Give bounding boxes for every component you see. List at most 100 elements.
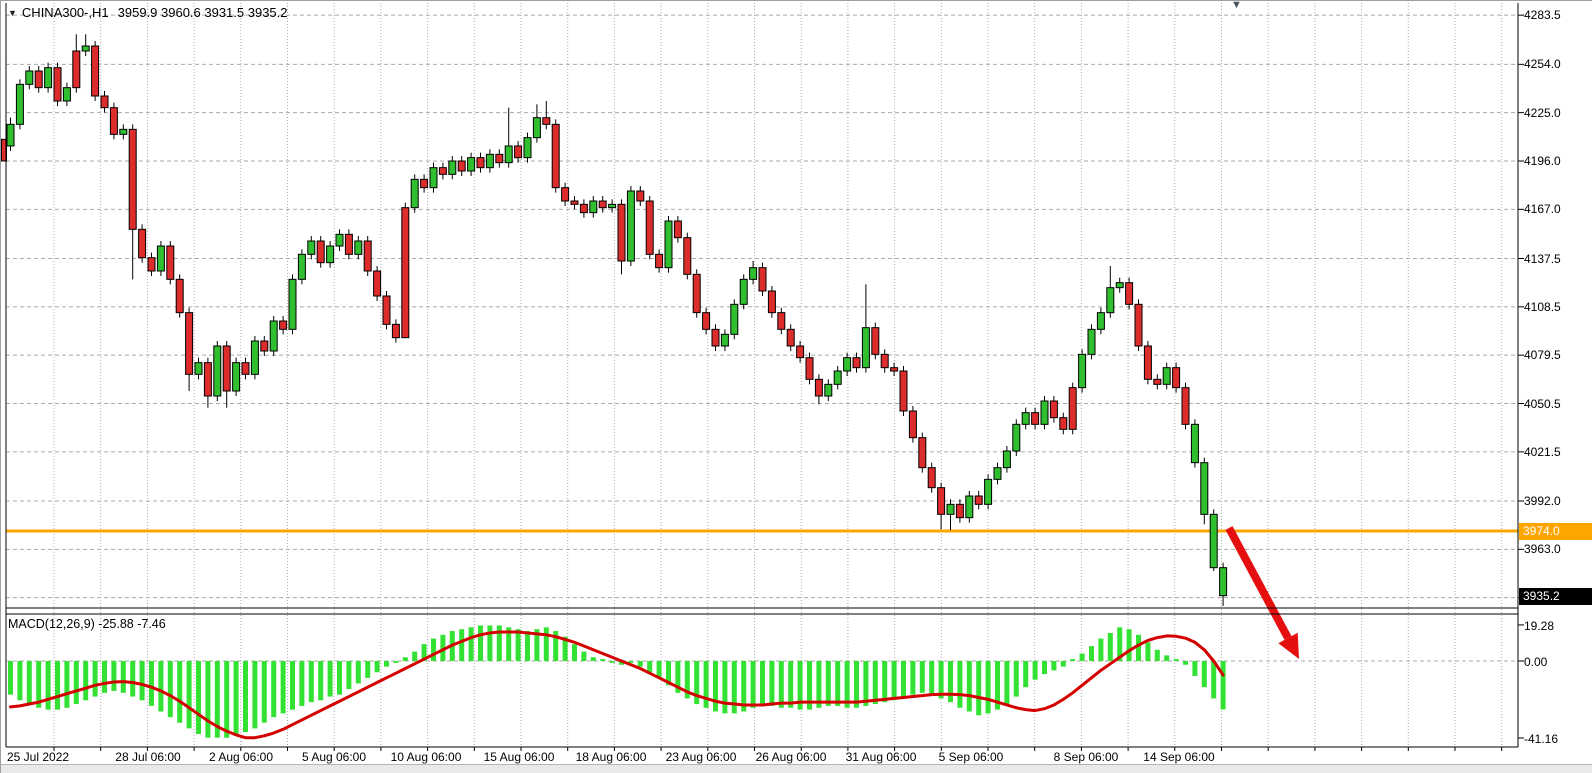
- macd-histogram-bar: [610, 661, 615, 663]
- macd-histogram-bar: [290, 661, 295, 710]
- candle-body: [872, 328, 879, 355]
- time-axis-label: 23 Aug 06:00: [666, 750, 737, 764]
- macd-histogram-bar: [149, 661, 154, 706]
- macd-histogram-bar: [1014, 661, 1019, 697]
- candle-body: [383, 296, 390, 324]
- macd-histogram-bar: [55, 661, 60, 710]
- candle-body: [317, 241, 324, 263]
- macd-histogram-bar: [459, 629, 464, 661]
- candle-body: [1041, 401, 1048, 424]
- macd-histogram-bar: [196, 661, 201, 734]
- candle-body: [609, 204, 616, 207]
- macd-histogram-bar: [516, 629, 521, 661]
- macd-histogram-bar: [365, 661, 370, 678]
- price-axis-label: 4021.5: [1524, 445, 1561, 459]
- macd-histogram-bar: [271, 661, 276, 717]
- macd-histogram-bar: [74, 661, 79, 704]
- macd-histogram-bar: [1051, 661, 1056, 670]
- macd-histogram-bar: [158, 661, 163, 712]
- macd-histogram-bar: [986, 661, 991, 713]
- candle-body: [505, 146, 512, 163]
- candle-body: [308, 241, 315, 254]
- candle-body: [815, 379, 822, 396]
- macd-histogram-bar: [1042, 661, 1047, 674]
- candle-body: [458, 161, 465, 171]
- time-axis-label: 31 Aug 06:00: [846, 750, 917, 764]
- chart-title: ▼CHINA300-,H13959.9 3960.6 3931.5 3935.2: [8, 5, 288, 20]
- candle-body: [54, 68, 61, 101]
- macd-histogram-bar: [299, 661, 304, 706]
- candle-body: [7, 124, 14, 146]
- candle-body: [1022, 413, 1029, 425]
- candle-body: [862, 328, 869, 368]
- candle-body: [1191, 424, 1198, 462]
- candle-body: [1154, 379, 1161, 384]
- macd-histogram-bar: [93, 661, 98, 697]
- candle-body: [468, 158, 475, 171]
- candle-body: [1144, 346, 1151, 379]
- candle-body: [646, 201, 653, 254]
- candle-body: [439, 168, 446, 175]
- candle-body: [1116, 283, 1123, 288]
- candle-body: [139, 229, 146, 257]
- candle-body: [280, 321, 287, 329]
- price-axis-label: 4050.5: [1524, 397, 1561, 411]
- candle-body: [590, 201, 597, 213]
- chart-canvas[interactable]: [1, 1, 1592, 773]
- macd-axis-label: -41.16: [1524, 732, 1558, 746]
- candle-body: [900, 371, 907, 411]
- candle-body: [1107, 288, 1114, 313]
- candle-body: [515, 146, 522, 158]
- candle-body: [176, 279, 183, 312]
- candle-body: [92, 46, 99, 96]
- trading-chart-window: ▼CHINA300-,H13959.9 3960.6 3931.5 3935.2…: [0, 0, 1592, 773]
- macd-histogram-bar: [412, 652, 417, 661]
- candle-body: [533, 118, 540, 138]
- candle-body: [731, 304, 738, 334]
- candle-body: [242, 363, 249, 375]
- macd-axis-label: 0.00: [1524, 655, 1547, 669]
- macd-histogram-bar: [647, 661, 652, 672]
- macd-histogram-bar: [431, 639, 436, 661]
- candle-body: [195, 363, 202, 375]
- macd-histogram-bar: [591, 657, 596, 661]
- candle-body: [1163, 368, 1170, 385]
- candle-body: [449, 161, 456, 174]
- price-axis-label: 4196.0: [1524, 154, 1561, 168]
- candle-body: [204, 363, 211, 396]
- macd-histogram-bar: [910, 661, 915, 695]
- macd-histogram-bar: [1127, 629, 1132, 661]
- trend-arrow-shaft: [1229, 528, 1288, 638]
- candle-body: [82, 46, 89, 51]
- candle-body: [233, 363, 240, 391]
- candle-body: [214, 346, 221, 396]
- candle-body: [627, 191, 634, 261]
- candle-body: [486, 154, 493, 167]
- macd-histogram-bar: [1174, 659, 1179, 661]
- macd-histogram-bar: [1033, 661, 1038, 680]
- macd-histogram-bar: [751, 661, 756, 708]
- candle-body: [120, 129, 127, 134]
- macd-histogram-bar: [469, 627, 474, 661]
- macd-histogram-bar: [967, 661, 972, 712]
- macd-histogram-bar: [779, 661, 784, 708]
- candle-body: [562, 188, 569, 201]
- candle-body: [806, 358, 813, 380]
- candle-body: [157, 246, 164, 271]
- macd-histogram-bar: [224, 661, 229, 738]
- time-axis-label: 18 Aug 06:00: [576, 750, 647, 764]
- candle-body: [73, 51, 80, 88]
- macd-signal-line: [11, 632, 1224, 738]
- candle-body: [1201, 463, 1208, 515]
- candle-body: [1079, 354, 1086, 387]
- macd-histogram-bar: [102, 661, 107, 693]
- candle-body: [35, 71, 42, 88]
- macd-histogram-bar: [309, 661, 314, 702]
- macd-histogram-bar: [525, 631, 530, 661]
- macd-histogram-bar: [581, 652, 586, 661]
- candle-body: [994, 468, 1001, 480]
- macd-histogram-bar: [638, 661, 643, 667]
- chart-ohlc-quotes: 3959.9 3960.6 3931.5 3935.2: [118, 5, 288, 20]
- candle-body: [674, 221, 681, 238]
- chart-shift-marker-icon[interactable]: ▼: [1231, 0, 1242, 11]
